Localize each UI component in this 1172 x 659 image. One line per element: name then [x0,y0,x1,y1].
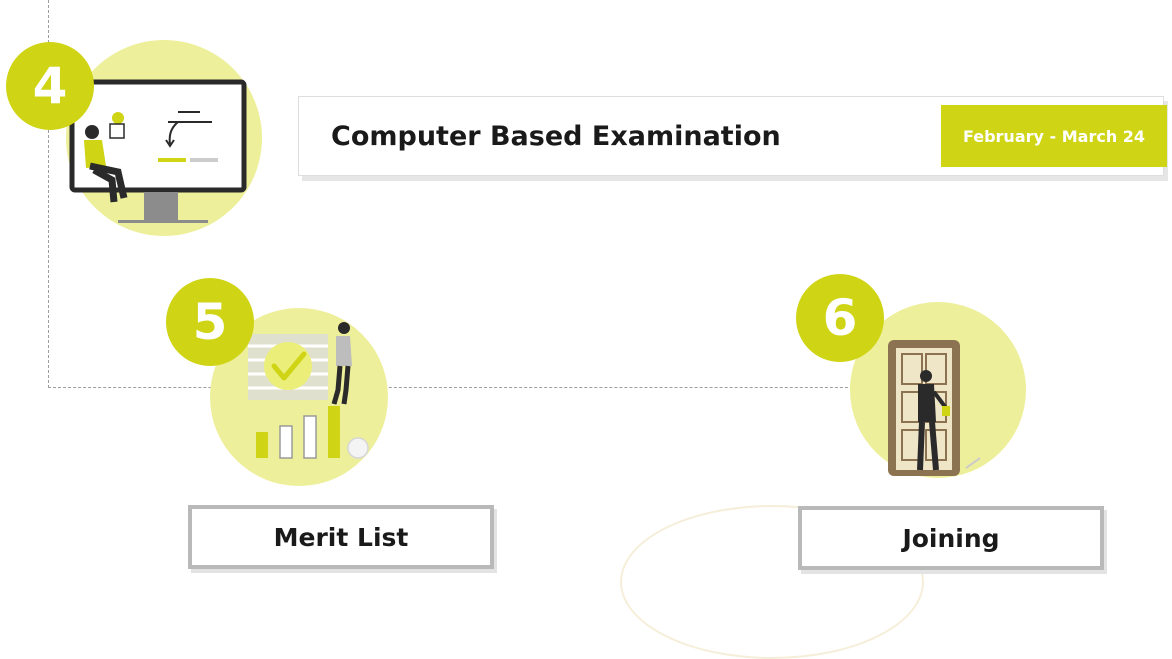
timeline-horizontal-connector [48,387,878,388]
step-4-title: Computer Based Examination [331,120,781,152]
step-5-number-badge: 5 [166,278,254,366]
step-5-label-box: Merit List [188,505,494,569]
step-4-card: Computer Based Examination February - Ma… [298,96,1167,176]
step-6-number-badge: 6 [796,274,884,362]
step-4-date-badge: February - March 24 [941,105,1167,167]
step-6-label-box: Joining [798,506,1104,570]
merit-list-illustration [248,322,369,459]
door-joining-illustration [888,340,981,476]
step-4-number-badge: 4 [6,42,94,130]
